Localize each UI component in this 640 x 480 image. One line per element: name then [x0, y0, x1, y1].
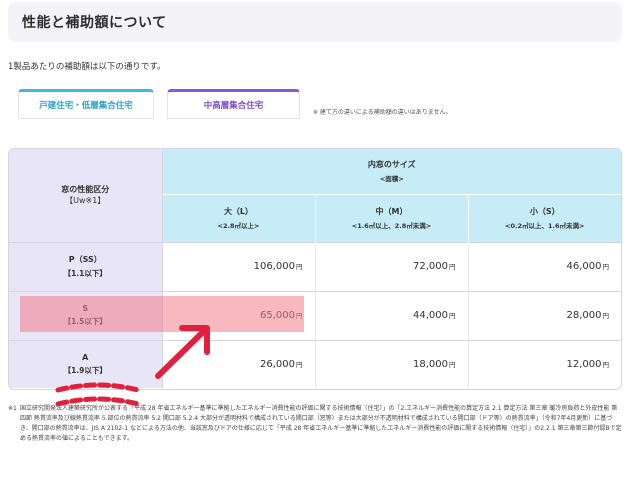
value-cell: 65,000円 — [161, 290, 315, 340]
value-cell: 28,000円 — [467, 290, 621, 340]
table-row: S 【1.5以下】 65,000円 44,000円 28,000円 — [9, 290, 621, 340]
amount: 44,000 — [413, 310, 448, 321]
amount: 26,000 — [260, 358, 295, 370]
value-cell: 44,000円 — [314, 290, 468, 340]
column-sub: <1.6㎡以上、2.8㎡未満> — [351, 222, 432, 230]
tab-label: 中高層集合住宅 — [203, 101, 264, 111]
amount: 18,000 — [413, 358, 448, 370]
currency-unit: 円 — [296, 263, 303, 271]
column-label: 大（L） — [223, 207, 254, 216]
column-header-large: 大（L） <2.8㎡以上> — [161, 194, 315, 242]
subsidy-table: 窓の性能区分 【Uw※1】 内窓のサイズ <面積> 大（L） <2.8㎡以上> … — [8, 148, 622, 390]
column-header-small: 小（S） <0.2㎡以上、1.6㎡未満> — [467, 194, 621, 242]
tab-mid-high-rise[interactable]: 中高層集合住宅 — [167, 89, 300, 119]
currency-unit: 円 — [449, 263, 456, 271]
row-header: S 【1.5以下】 — [9, 290, 163, 340]
size-header: 内窓のサイズ — [367, 160, 416, 170]
currency-unit: 円 — [602, 312, 610, 320]
section-header: 性能と補助額について — [8, 2, 622, 42]
amount: 28,000 — [566, 310, 602, 321]
grade-label: P（SS） — [68, 255, 102, 264]
perf-header-cell: 窓の性能区分 【Uw※1】 — [9, 149, 163, 242]
size-header-sub: <面積> — [379, 175, 404, 184]
grade-label: S — [82, 304, 89, 313]
value-cell: 26,000円 — [161, 339, 315, 388]
row-header: P（SS） 【1.1以下】 — [9, 241, 163, 291]
value-cell: 72,000円 — [314, 241, 468, 291]
intro-text: 1製品あたりの補助額は以下の通りです。 — [8, 62, 166, 72]
column-header-medium: 中（M） <1.6㎡以上、2.8㎡未満> — [314, 194, 468, 242]
column-sub: <2.8㎡以上> — [217, 222, 260, 230]
footnote-text: 国立研究開発法人建築研究所が公表する「平成 28 年省エネルギー基準に準拠したエ… — [20, 405, 622, 442]
amount: 72,000 — [413, 261, 448, 272]
footnote-mark: ※1 — [8, 405, 17, 412]
grade-range: 【1.1以下】 — [63, 269, 107, 278]
footnote: ※1 国立研究開発法人建築研究所が公表する「平成 28 年省エネルギー基準に準拠… — [8, 404, 622, 444]
currency-unit: 円 — [296, 360, 303, 369]
value-cell: 46,000円 — [467, 241, 621, 291]
grade-label: A — [82, 352, 89, 362]
page-title: 性能と補助額について — [22, 15, 167, 31]
table-row: P（SS） 【1.1以下】 106,000円 72,000円 46,000円 — [9, 241, 621, 291]
amount: 106,000 — [253, 261, 295, 272]
amount: 12,000 — [566, 358, 602, 370]
value-cell: 106,000円 — [161, 241, 315, 291]
table-row: A 【1.9以下】 26,000円 18,000円 12,000円 — [9, 339, 621, 388]
currency-unit: 円 — [449, 312, 456, 320]
column-label: 小（S） — [529, 207, 560, 216]
grade-range: 【1.5以下】 — [63, 317, 107, 326]
currency-unit: 円 — [449, 360, 456, 369]
perf-header-sub: 【Uw※1】 — [65, 196, 106, 206]
value-cell: 18,000円 — [314, 339, 468, 388]
currency-unit: 円 — [296, 312, 303, 320]
amount: 46,000 — [566, 261, 602, 272]
tab-note: ※ 建て方の違いによる補助額の違いはありません。 — [313, 109, 452, 116]
value-cell: 12,000円 — [467, 339, 621, 388]
size-header-cell: 内窓のサイズ <面積> — [162, 149, 621, 195]
column-label: 中（M） — [375, 207, 408, 216]
tab-detached-house[interactable]: 戸建住宅・低層集合住宅 — [18, 89, 154, 119]
perf-header: 窓の性能区分 — [61, 185, 110, 195]
currency-unit: 円 — [602, 360, 610, 369]
column-sub: <0.2㎡以上、1.6㎡未満> — [505, 222, 585, 230]
row-header: A 【1.9以下】 — [9, 339, 163, 388]
tab-label: 戸建住宅・低層集合住宅 — [39, 101, 133, 111]
currency-unit: 円 — [602, 263, 610, 271]
grade-range: 【1.9以下】 — [63, 365, 107, 375]
amount: 65,000 — [260, 310, 295, 321]
